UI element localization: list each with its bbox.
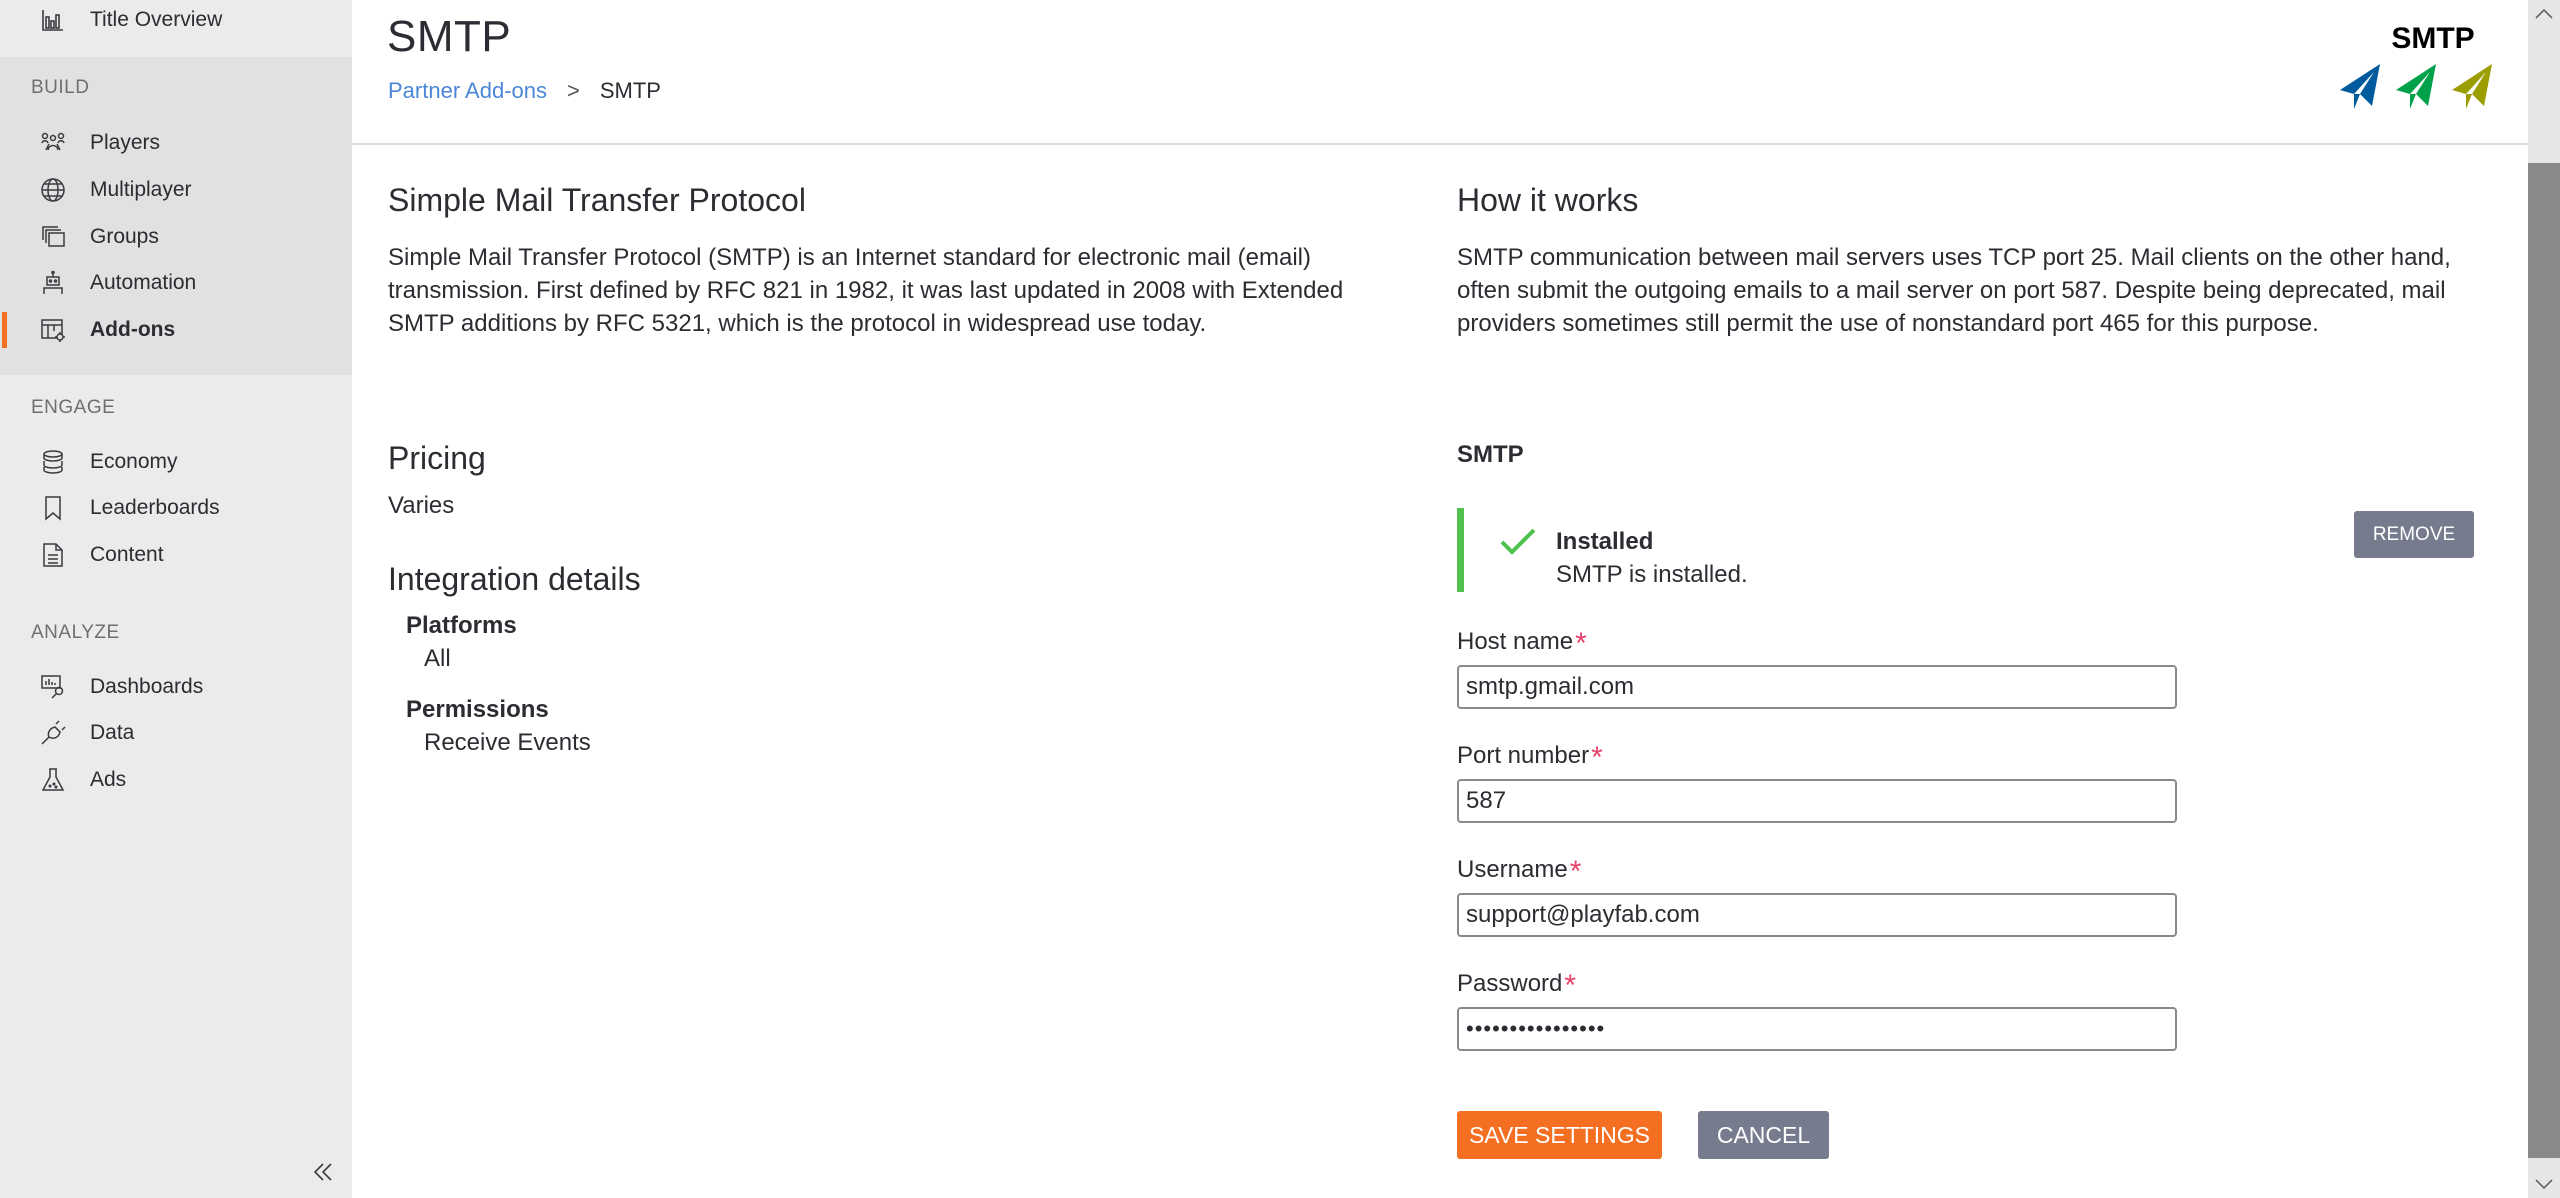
sidebar-item-label: Leaderboards bbox=[90, 496, 220, 519]
how-it-works-heading: How it works bbox=[1457, 182, 1639, 218]
username-label: Username* bbox=[1457, 855, 1581, 889]
password-label: Password* bbox=[1457, 969, 1576, 1003]
header-divider bbox=[352, 143, 2528, 145]
robot-icon bbox=[40, 270, 66, 296]
sidebar-item-label: Automation bbox=[90, 271, 197, 294]
document-icon bbox=[40, 542, 66, 568]
breadcrumb-chevron-icon: > bbox=[566, 78, 580, 103]
people-icon bbox=[40, 130, 66, 156]
breadcrumb-partner-add-ons-link[interactable]: Partner Add-ons bbox=[388, 78, 547, 104]
paper-plane-icon-green bbox=[2396, 64, 2436, 109]
sidebar-item-label: Title Overview bbox=[90, 8, 223, 31]
permissions-value: Receive Events bbox=[424, 729, 591, 756]
paper-plane-icon-blue bbox=[2340, 64, 2380, 109]
sidebar-item-label: Data bbox=[90, 721, 135, 744]
smtp-logo: SMTP bbox=[2338, 22, 2498, 117]
save-settings-button[interactable]: SAVE SETTINGS bbox=[1457, 1111, 1662, 1159]
port-number-label: Port number* bbox=[1457, 741, 1603, 775]
sidebar-item-label: Add-ons bbox=[90, 318, 176, 341]
required-asterisk: * bbox=[1575, 627, 1587, 660]
required-asterisk: * bbox=[1591, 741, 1603, 774]
sidebar-item-label: Players bbox=[90, 131, 161, 154]
port-number-input[interactable] bbox=[1457, 779, 2177, 823]
chevron-up-icon bbox=[2535, 8, 2553, 19]
chevron-down-icon bbox=[2535, 1179, 2553, 1190]
sidebar-item-label: Economy bbox=[90, 450, 178, 473]
password-label-text: Password bbox=[1457, 970, 1563, 997]
bookmark-icon bbox=[40, 495, 66, 521]
sidebar-item-label: Dashboards bbox=[90, 675, 204, 698]
stacked-windows-icon bbox=[40, 224, 66, 250]
sidebar-section-build: BUILD bbox=[31, 77, 90, 98]
host-name-label: Host name* bbox=[1457, 627, 1587, 661]
sidebar-section-analyze: ANALYZE bbox=[31, 622, 120, 643]
cancel-button[interactable]: CANCEL bbox=[1698, 1111, 1829, 1159]
addon-gear-icon bbox=[40, 317, 66, 343]
port-number-label-text: Port number bbox=[1457, 742, 1590, 769]
username-label-text: Username bbox=[1457, 856, 1568, 883]
status-title: Installed bbox=[1556, 528, 1654, 555]
about-description: Simple Mail Transfer Protocol (SMTP) is … bbox=[388, 244, 1344, 337]
sidebar-item-add-ons[interactable]: Add-ons bbox=[0, 310, 352, 350]
remove-button[interactable]: REMOVE bbox=[2354, 511, 2474, 558]
sidebar-item-data[interactable]: Data bbox=[0, 713, 352, 753]
paper-plane-icons bbox=[2340, 64, 2492, 109]
vertical-scrollbar[interactable] bbox=[2528, 0, 2560, 1198]
smtp-logo-text: SMTP bbox=[2391, 22, 2475, 55]
double-chevron-left-icon bbox=[313, 1163, 332, 1181]
platforms-value: All bbox=[424, 645, 451, 672]
required-asterisk: * bbox=[1569, 855, 1582, 888]
paper-plane-icon-olive bbox=[2452, 64, 2492, 109]
status-indicator-bar bbox=[1457, 508, 1464, 592]
sidebar-item-content[interactable]: Content bbox=[0, 535, 352, 575]
breadcrumb: Partner Add-ons > SMTP bbox=[388, 78, 661, 104]
coins-stack-icon bbox=[40, 449, 66, 475]
permissions-label: Permissions bbox=[406, 696, 549, 723]
sidebar-item-label: Multiplayer bbox=[90, 178, 192, 201]
sidebar-item-leaderboards[interactable]: Leaderboards bbox=[0, 488, 352, 528]
scrollbar-thumb[interactable] bbox=[2528, 163, 2560, 1158]
sidebar: Title Overview BUILD Players Multiplayer… bbox=[0, 0, 352, 1198]
flask-icon bbox=[40, 767, 66, 793]
sidebar-item-ads[interactable]: Ads bbox=[0, 760, 352, 800]
sidebar-item-dashboards[interactable]: Dashboards bbox=[0, 667, 352, 707]
username-input[interactable] bbox=[1457, 893, 2177, 937]
settings-heading: SMTP bbox=[1457, 441, 1524, 468]
bar-chart-icon bbox=[40, 7, 66, 33]
page-title: SMTP bbox=[387, 12, 512, 61]
password-input[interactable] bbox=[1457, 1007, 2177, 1051]
status-message: SMTP is installed. bbox=[1556, 561, 1748, 588]
about-heading: Simple Mail Transfer Protocol bbox=[388, 182, 806, 218]
pricing-heading: Pricing bbox=[388, 440, 486, 476]
globe-icon bbox=[40, 177, 66, 203]
host-name-label-text: Host name bbox=[1457, 628, 1574, 655]
sidebar-item-title-overview[interactable]: Title Overview bbox=[0, 0, 352, 40]
checkmark-icon bbox=[1500, 528, 1536, 555]
sidebar-item-automation[interactable]: Automation bbox=[0, 263, 352, 303]
dashboard-search-icon bbox=[40, 674, 66, 700]
breadcrumb-current: SMTP bbox=[599, 78, 661, 103]
sidebar-item-multiplayer[interactable]: Multiplayer bbox=[0, 170, 352, 210]
sidebar-section-engage: ENGAGE bbox=[31, 397, 116, 418]
collapse-sidebar-button[interactable] bbox=[312, 1160, 336, 1184]
required-asterisk: * bbox=[1564, 969, 1577, 1002]
sidebar-item-label: Content bbox=[90, 543, 164, 566]
sidebar-item-label: Groups bbox=[90, 225, 159, 248]
scroll-down-button[interactable] bbox=[2528, 1170, 2560, 1198]
sidebar-item-groups[interactable]: Groups bbox=[0, 217, 352, 257]
host-name-input[interactable] bbox=[1457, 665, 2177, 709]
how-it-works-description: SMTP communication between mail servers … bbox=[1457, 244, 2451, 337]
integration-details-heading: Integration details bbox=[388, 561, 641, 597]
plug-icon bbox=[40, 720, 66, 746]
sidebar-item-players[interactable]: Players bbox=[0, 123, 352, 163]
scroll-up-button[interactable] bbox=[2528, 0, 2560, 28]
pricing-value: Varies bbox=[388, 492, 455, 519]
platforms-label: Platforms bbox=[406, 612, 517, 639]
sidebar-item-label: Ads bbox=[90, 768, 127, 791]
sidebar-item-economy[interactable]: Economy bbox=[0, 442, 352, 482]
